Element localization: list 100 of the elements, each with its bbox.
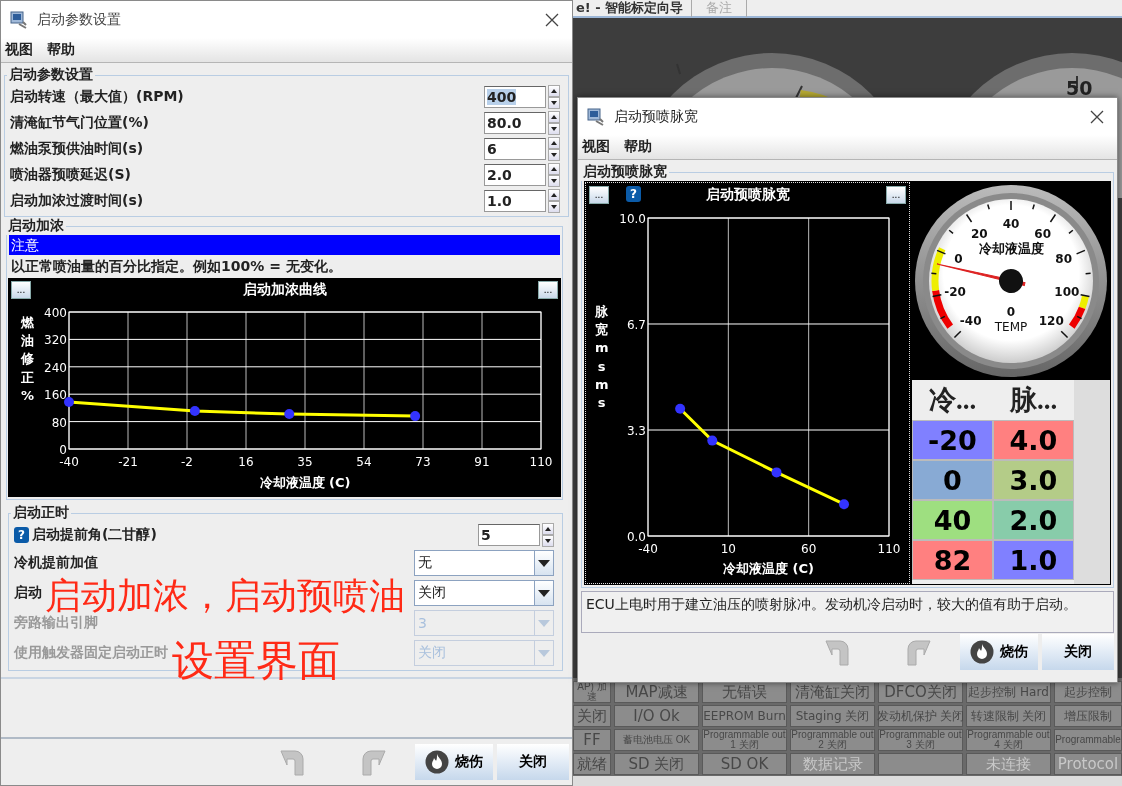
dropdown[interactable]: 无 xyxy=(414,550,554,576)
table-cell[interactable]: 0 xyxy=(912,460,993,500)
status-indicator: Programmable xyxy=(1054,729,1122,751)
status-indicator: Programmable out 1 关闭 xyxy=(702,729,787,751)
caret-icon xyxy=(538,589,550,597)
number-field[interactable]: 1.0 xyxy=(484,190,546,212)
status-indicator: Protocol xyxy=(1054,753,1122,775)
axis-tick-label: 0.0 xyxy=(626,530,646,544)
data-point[interactable] xyxy=(707,435,718,446)
table-cell[interactable]: 1.0 xyxy=(993,540,1074,580)
field-label: 燃油泵预供油时间(s) xyxy=(10,140,144,158)
menu-item[interactable]: 帮助 xyxy=(624,138,652,156)
status-indicator: DFCO关闭 xyxy=(878,681,963,703)
gauge-tick-label: 20 xyxy=(971,226,988,241)
caret-icon xyxy=(538,619,550,627)
axis-tick-label: 0 xyxy=(59,443,67,457)
table-cell[interactable]: 3.0 xyxy=(993,460,1074,500)
spinner-arrows[interactable] xyxy=(548,189,560,213)
axis-title: 冷却液温度 (C) xyxy=(723,561,814,576)
menu-item[interactable]: 视图 xyxy=(5,41,33,59)
status-indicator: FF xyxy=(573,729,611,751)
status-indicator: MAP减速 xyxy=(614,681,699,703)
monitor-icon xyxy=(586,106,606,127)
axis-tick-label: 73 xyxy=(415,455,431,469)
menu-button[interactable]: ... xyxy=(886,186,906,204)
spinner-arrows[interactable] xyxy=(548,163,560,187)
data-point[interactable] xyxy=(284,409,295,420)
axis-tick-label: 35 xyxy=(297,455,313,469)
field-label: 启动 xyxy=(14,584,42,602)
field-label: 冷机提前加值 xyxy=(14,554,98,572)
axis-tick-label: -40 xyxy=(59,455,79,469)
axis-tick-label: 400 xyxy=(44,306,67,320)
column-header: 脉... xyxy=(1008,384,1059,417)
number-field[interactable]: 400 xyxy=(484,86,546,108)
status-indicator: 起步控制 Hard xyxy=(966,681,1051,703)
help-icon[interactable]: ? xyxy=(626,186,641,202)
axis-tick-label: 54 xyxy=(356,455,372,469)
flame-icon xyxy=(425,750,449,774)
axis-tick-label: 60 xyxy=(801,542,817,556)
number-field[interactable]: 6 xyxy=(484,138,546,160)
burn-button[interactable]: 烧伤 xyxy=(415,744,493,780)
window-title: e! - 智能标定向导 xyxy=(575,0,685,17)
flame-icon xyxy=(970,640,994,664)
axis-tick-label: 10 xyxy=(720,542,736,556)
axis-tick-label: 80 xyxy=(51,415,67,430)
help-icon[interactable]: ? xyxy=(14,527,29,543)
burn-button[interactable]: 烧伤 xyxy=(960,634,1038,670)
number-field[interactable]: 2.0 xyxy=(484,164,546,186)
status-indicator: Programmable out 2 关闭 xyxy=(790,729,875,751)
group-title: 启动预喷脉宽 xyxy=(582,163,668,181)
data-point[interactable] xyxy=(189,406,200,416)
table-cell[interactable]: 82 xyxy=(912,540,993,580)
field-label: 启动转速（最大值）(RPM) xyxy=(10,88,184,106)
close-button[interactable]: 关闭 xyxy=(497,744,569,780)
status-indicator: 未连接 xyxy=(966,753,1051,775)
axis-title: 冷却液温度 (C) xyxy=(259,475,351,490)
field-label: 启动加浓过渡时间(s) xyxy=(10,192,144,210)
menu-item[interactable]: 视图 xyxy=(582,138,610,156)
axis-tick-label: 3.3 xyxy=(626,424,646,438)
status-indicator: Staging 关闭 xyxy=(790,705,875,727)
dropdown[interactable]: 关闭 xyxy=(414,580,554,606)
spinner-arrows[interactable] xyxy=(542,523,554,547)
axis-tick-label: 240 xyxy=(44,360,67,375)
axis-title: 燃油修正 % xyxy=(21,314,34,405)
axis-tick-label: 16 xyxy=(238,455,254,469)
axis-tick-label: 91 xyxy=(474,455,490,469)
window-title: 启动预喷脉宽 xyxy=(614,107,699,126)
number-field[interactable]: 80.0 xyxy=(484,112,546,134)
menu-button[interactable]: ... xyxy=(11,281,31,299)
spinner-arrows[interactable] xyxy=(548,85,560,109)
status-indicator: 转速限制 关闭 xyxy=(966,705,1051,727)
spinner-arrows[interactable] xyxy=(548,111,560,135)
close-button[interactable]: 关闭 xyxy=(1042,634,1114,670)
table-cell[interactable]: 2.0 xyxy=(993,500,1074,540)
status-indicator: Programmable out 4 关闭 xyxy=(966,729,1051,751)
menu-item[interactable]: 帮助 xyxy=(47,41,75,59)
data-point[interactable] xyxy=(64,397,74,408)
axis-tick-label: 6.7 xyxy=(626,318,646,332)
status-indicator: 数据记录 xyxy=(790,753,875,775)
axis-tick-label: 160 xyxy=(44,388,67,403)
table-cell[interactable]: -20 xyxy=(912,420,993,460)
axis-tick-label: 110 xyxy=(529,455,553,469)
gauge-reading: 0 xyxy=(1006,305,1016,319)
gauge-tick-label: 100 xyxy=(1054,285,1080,300)
data-point[interactable] xyxy=(675,403,686,414)
spinner-arrows[interactable] xyxy=(548,137,560,161)
axis-tick-label: 10.0 xyxy=(619,212,646,226)
table-cell[interactable]: 4.0 xyxy=(993,420,1074,460)
status-indicator: 就绪 xyxy=(573,753,611,775)
table-cell[interactable]: 40 xyxy=(912,500,993,540)
menu-button[interactable]: ... xyxy=(589,186,609,204)
gauge-tick-label: 40 xyxy=(1002,217,1020,231)
number-field[interactable]: 5 xyxy=(478,524,540,546)
axis-tick-label: 110 xyxy=(877,542,901,556)
data-point[interactable] xyxy=(771,467,782,478)
status-indicator: 起步控制 xyxy=(1054,681,1122,703)
field-label: 喷油器预喷延迟(S) xyxy=(10,166,131,184)
menu-button[interactable]: ... xyxy=(538,281,558,299)
gauge-tick-label: -40 xyxy=(959,314,982,329)
data-point[interactable] xyxy=(410,411,421,422)
